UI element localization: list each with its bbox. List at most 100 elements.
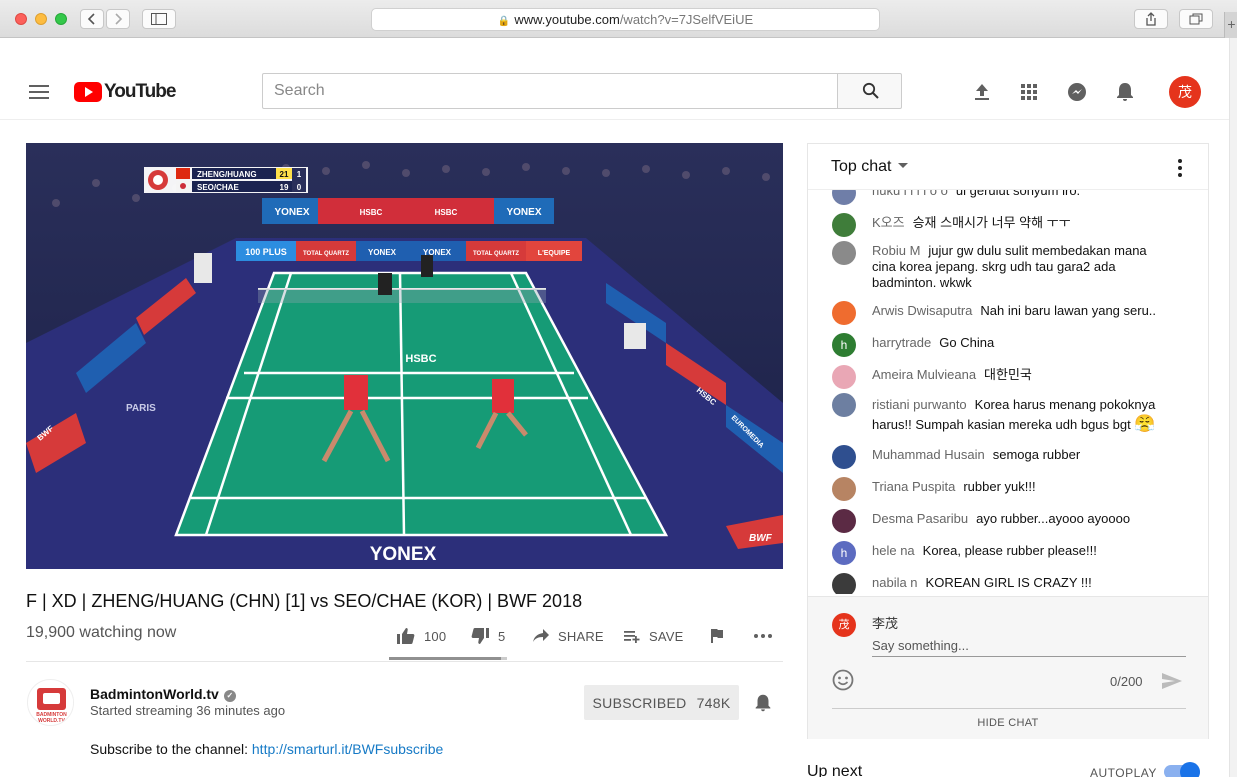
chat-text: 승재 스매시가 너무 약해 ㅜㅜ bbox=[912, 215, 1071, 230]
page-scrollbar[interactable] bbox=[1229, 38, 1237, 777]
menu-icon[interactable] bbox=[29, 85, 49, 99]
score-team2-set: 0 bbox=[297, 183, 302, 192]
chat-author[interactable]: hele na bbox=[872, 543, 915, 558]
chat-author[interactable]: Muhammad Husain bbox=[872, 447, 985, 462]
chat-avatar[interactable] bbox=[832, 301, 856, 325]
new-tab-button[interactable]: + bbox=[1224, 12, 1237, 38]
chat-text: 대한민국 bbox=[984, 367, 1032, 382]
thumbs-down-icon bbox=[471, 628, 489, 644]
messages-icon[interactable] bbox=[1065, 80, 1089, 104]
chat-author[interactable]: Desma Pasaribu bbox=[872, 511, 968, 526]
share-button[interactable]: SHARE bbox=[532, 624, 604, 648]
sidebar-toggle-button[interactable] bbox=[142, 9, 176, 29]
chat-author[interactable]: nuku i i i i o o bbox=[872, 190, 948, 198]
side-text-paris: PARIS bbox=[126, 403, 156, 414]
banner-yonex-1: YONEX bbox=[274, 207, 309, 218]
chat-message: Arwis Dwisaputra Nah ini baru lawan yang … bbox=[832, 301, 1162, 325]
url-host: www.youtube.com bbox=[514, 12, 620, 27]
chat-avatar[interactable] bbox=[832, 365, 856, 389]
caret-down-icon bbox=[898, 163, 909, 168]
youtube-header: YouTube 茂 bbox=[0, 38, 1237, 120]
chat-author[interactable]: Triana Puspita bbox=[872, 479, 955, 494]
channel-name[interactable]: BadmintonWorld.tv bbox=[90, 686, 219, 702]
minimize-window-button[interactable] bbox=[35, 13, 47, 25]
share-page-button[interactable] bbox=[1134, 9, 1168, 29]
divider bbox=[26, 661, 783, 662]
live-chat-panel: Top chat nuku i i i i o o ul gerulut sony… bbox=[807, 143, 1209, 739]
channel-notifications-button[interactable] bbox=[752, 692, 774, 714]
chat-message: K오즈 승재 스매시가 너무 약해 ㅜㅜ bbox=[832, 213, 1162, 237]
chat-message: nuku i i i i o o ul gerulut sonyum iro. bbox=[832, 190, 1162, 205]
chat-avatar[interactable] bbox=[832, 241, 856, 265]
live-viewer-count: 19,900 watching now bbox=[26, 624, 177, 641]
back-button[interactable] bbox=[80, 9, 104, 29]
chat-author[interactable]: K오즈 bbox=[872, 215, 905, 230]
chat-avatar[interactable] bbox=[832, 213, 856, 237]
chat-text: ayo rubber...ayooo ayoooo bbox=[976, 511, 1131, 526]
chat-mode-dropdown[interactable]: Top chat bbox=[831, 158, 909, 176]
subscribe-button[interactable]: SUBSCRIBED 748K bbox=[584, 685, 739, 720]
youtube-wordmark: YouTube bbox=[104, 81, 176, 102]
upload-icon[interactable] bbox=[970, 80, 994, 104]
report-button[interactable] bbox=[709, 624, 725, 648]
chat-author[interactable]: Ameira Mulvieana bbox=[872, 367, 976, 382]
banner-lequipe: L'EQUIPE bbox=[538, 250, 571, 257]
chat-avatar[interactable]: h bbox=[832, 333, 856, 357]
search-button[interactable] bbox=[837, 73, 902, 109]
chat-header: Top chat bbox=[808, 144, 1208, 190]
emoji-button[interactable] bbox=[832, 669, 854, 691]
score-team1-set: 1 bbox=[297, 170, 302, 179]
search-input[interactable] bbox=[262, 73, 838, 109]
verified-check-icon: ✓ bbox=[223, 690, 236, 702]
chat-avatar[interactable] bbox=[832, 573, 856, 594]
close-window-button[interactable] bbox=[15, 13, 27, 25]
channel-name-row[interactable]: BadmintonWorld.tv ✓ bbox=[90, 686, 236, 702]
notifications-icon[interactable] bbox=[1113, 80, 1137, 104]
hide-chat-button[interactable]: HIDE CHAT bbox=[808, 717, 1208, 729]
channel-avatar[interactable]: BADMINTON WORLD.TV bbox=[27, 679, 74, 726]
chat-author[interactable]: ristiani purwanto bbox=[872, 397, 967, 412]
youtube-play-icon bbox=[74, 82, 102, 102]
apps-icon[interactable] bbox=[1017, 80, 1041, 104]
banner-hsbc-2: HSBC bbox=[435, 208, 458, 217]
chat-avatar[interactable] bbox=[832, 190, 856, 205]
zoom-window-button[interactable] bbox=[55, 13, 67, 25]
search-icon bbox=[862, 82, 879, 99]
chat-avatar[interactable] bbox=[832, 393, 856, 417]
net-brand-text: HSBC bbox=[405, 353, 436, 365]
video-player[interactable]: YONEX HSBC HSBC YONEX 100 PLUS TOTAL QUA… bbox=[26, 143, 783, 569]
description-link[interactable]: http://smarturl.it/BWFsubscribe bbox=[252, 741, 443, 757]
address-bar[interactable]: 🔒 www.youtube.com/watch?v=7JSelfVEiUE bbox=[371, 8, 880, 31]
chat-avatar[interactable] bbox=[832, 509, 856, 533]
more-horizontal-icon bbox=[754, 634, 772, 638]
send-button[interactable] bbox=[1160, 671, 1184, 691]
share-arrow-icon bbox=[533, 629, 549, 642]
chat-text: Nah ini baru lawan yang seru.. bbox=[980, 303, 1157, 318]
chat-avatar[interactable]: h bbox=[832, 541, 856, 565]
show-tabs-button[interactable] bbox=[1179, 9, 1213, 29]
court-brand-text: YONEX bbox=[370, 544, 437, 565]
chat-author[interactable]: Robiu M bbox=[872, 243, 920, 258]
autoplay-toggle[interactable] bbox=[1164, 762, 1200, 777]
chat-message-input[interactable] bbox=[872, 635, 1186, 657]
thumbs-up-icon bbox=[397, 628, 415, 644]
chat-avatar[interactable] bbox=[832, 477, 856, 501]
like-button[interactable]: 100 bbox=[396, 624, 446, 648]
chat-author[interactable]: nabila n bbox=[872, 575, 918, 590]
sentiment-bar-fill bbox=[389, 657, 502, 660]
more-actions-button[interactable] bbox=[753, 624, 773, 648]
more-vertical-icon[interactable] bbox=[1178, 159, 1182, 177]
chat-author[interactable]: harrytrade bbox=[872, 335, 931, 350]
save-button[interactable]: SAVE bbox=[623, 624, 684, 648]
forward-button[interactable] bbox=[106, 9, 130, 29]
chat-avatar[interactable] bbox=[832, 445, 856, 469]
video-frame: YONEX HSBC HSBC YONEX 100 PLUS TOTAL QUA… bbox=[26, 143, 783, 569]
chat-message: h harrytrade Go China bbox=[832, 333, 1162, 357]
dislike-button[interactable]: 5 bbox=[470, 624, 505, 648]
account-avatar[interactable]: 茂 bbox=[1169, 76, 1201, 108]
autoplay-label: AUTOPLAY bbox=[1090, 766, 1157, 777]
youtube-logo[interactable]: YouTube bbox=[74, 81, 176, 103]
banner-100plus: 100 PLUS bbox=[245, 247, 287, 257]
chat-author[interactable]: Arwis Dwisaputra bbox=[872, 303, 972, 318]
up-next-heading: Up next bbox=[807, 763, 863, 777]
